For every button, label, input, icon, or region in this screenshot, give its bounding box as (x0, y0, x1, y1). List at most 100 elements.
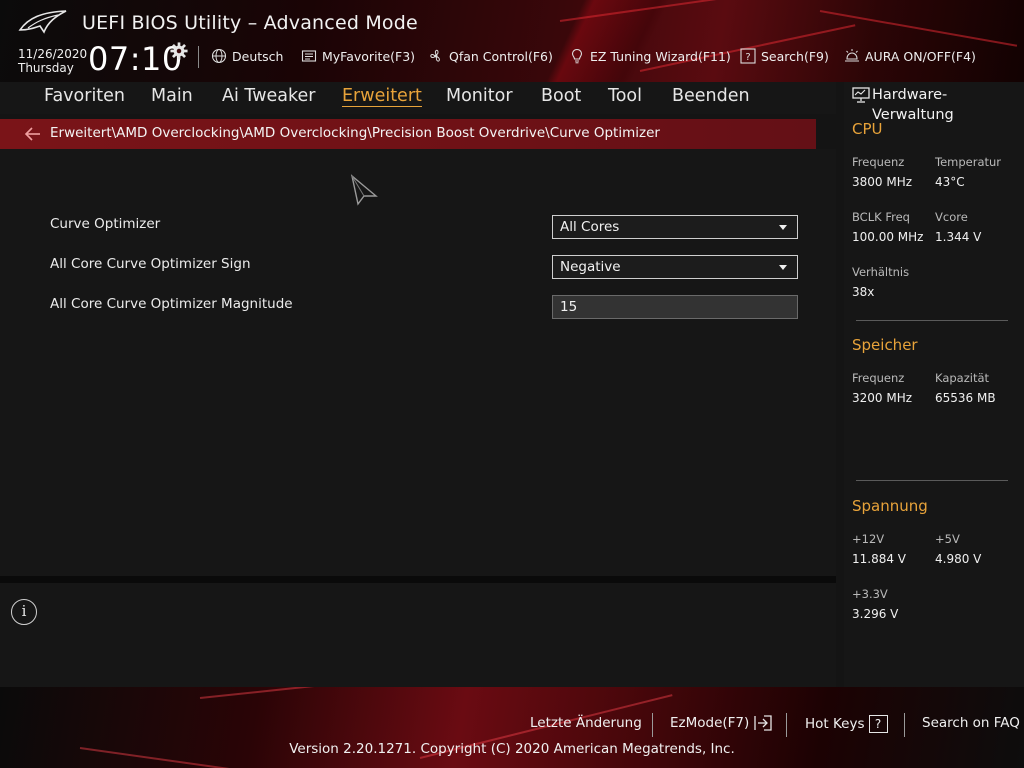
breadcrumb: Erweitert\AMD Overclocking\AMD Overclock… (0, 119, 816, 149)
exit-arrow-icon (754, 715, 772, 731)
setting-label-curve-optimizer-sign: All Core Curve Optimizer Sign (50, 256, 251, 272)
favorite-list-icon (301, 50, 317, 62)
tab-boot[interactable]: Boot (541, 86, 581, 106)
curve-optimizer-magnitude-value: 15 (560, 299, 578, 315)
weekday-text: Thursday (18, 61, 74, 75)
search-faq-button[interactable]: Search on FAQ (922, 715, 1020, 731)
date-display: 11/26/2020 Thursday (18, 47, 87, 75)
setting-label-curve-optimizer: Curve Optimizer (50, 216, 161, 232)
curve-optimizer-select[interactable]: All Cores (552, 215, 798, 239)
ez-tuning-wizard-button[interactable]: EZ Tuning Wizard(F11) (569, 48, 731, 64)
v33-label: +3.3V (852, 587, 888, 601)
memory-capacity-value: 65536 MB (935, 391, 996, 405)
cpu-heading: CPU (852, 120, 883, 138)
memory-heading: Speicher (852, 336, 918, 354)
bclk-freq-label: BCLK Freq (852, 210, 910, 224)
header-decor-streak (819, 10, 1018, 47)
v5-value: 4.980 V (935, 552, 982, 566)
bclk-freq-value: 100.00 MHz (852, 230, 924, 244)
search-button[interactable]: ? Search(F9) (740, 48, 829, 64)
hardware-section-divider (856, 320, 1008, 321)
main-nav: Favoriten Main Ai Tweaker Erweitert Moni… (0, 82, 836, 114)
ez-tuning-wizard-label: EZ Tuning Wizard(F11) (590, 48, 731, 64)
help-panel: i (0, 583, 836, 687)
curve-optimizer-magnitude-input[interactable]: 15 (552, 295, 798, 319)
ratio-value: 38x (852, 285, 875, 299)
breadcrumb-path: Erweitert\AMD Overclocking\AMD Overclock… (50, 125, 660, 141)
tab-monitor[interactable]: Monitor (446, 86, 513, 106)
monitor-icon (852, 87, 870, 103)
search-faq-label: Search on FAQ (922, 715, 1020, 731)
tab-ai-tweaker[interactable]: Ai Tweaker (222, 86, 315, 106)
clock-time: 07:10 (88, 40, 183, 78)
myfavorite-button[interactable]: MyFavorite(F3) (301, 48, 415, 64)
hot-keys-button[interactable]: Hot Keys ? (805, 715, 888, 733)
cpu-freq-value: 3800 MHz (852, 175, 913, 189)
last-change-label: Letzte Änderung (530, 715, 642, 731)
voltage-heading: Spannung (852, 497, 928, 515)
chevron-down-icon (779, 265, 787, 270)
tab-tool[interactable]: Tool (608, 86, 642, 106)
ezmode-button[interactable]: EzMode(F7) (670, 715, 773, 731)
question-key-icon: ? (868, 715, 888, 733)
v5-label: +5V (935, 532, 960, 546)
panel-divider (0, 576, 836, 583)
footer-bar: Letzte Änderung EzMode(F7) Hot Keys ? Se… (0, 687, 1024, 768)
globe-icon (211, 48, 227, 64)
vcore-label: Vcore (935, 210, 968, 224)
language-button[interactable]: Deutsch (211, 48, 283, 64)
footer-separator (786, 713, 787, 737)
footer-separator (652, 713, 653, 737)
settings-panel (0, 149, 836, 576)
rog-logo-icon (18, 10, 67, 34)
tab-main[interactable]: Main (151, 86, 193, 106)
hardware-monitor-panel: Hardware-Verwaltung CPU Frequenz Tempera… (844, 82, 1024, 687)
search-label: Search(F9) (761, 48, 829, 64)
copyright-text: Version 2.20.1271. Copyright (C) 2020 Am… (289, 741, 735, 757)
app-title: UEFI BIOS Utility – Advanced Mode (82, 12, 418, 34)
mouse-pointer-icon (350, 174, 378, 206)
tab-favoriten[interactable]: Favoriten (44, 86, 125, 106)
memory-capacity-label: Kapazität (935, 371, 990, 385)
cpu-temp-value: 43°C (935, 175, 965, 189)
cpu-temp-label: Temperatur (935, 155, 1002, 169)
v12-label: +12V (852, 532, 885, 546)
question-box-icon: ? (740, 48, 756, 64)
toolbar-separator (198, 46, 199, 68)
myfavorite-label: MyFavorite(F3) (322, 48, 416, 64)
ratio-label: Verhältnis (852, 265, 910, 279)
tab-beenden[interactable]: Beenden (672, 86, 750, 106)
v12-value: 11.884 V (852, 552, 907, 566)
fan-icon (430, 49, 440, 62)
date-text: 11/26/2020 (18, 47, 88, 61)
ezmode-label: EzMode(F7) (670, 715, 750, 731)
memory-freq-label: Frequenz (852, 371, 905, 385)
top-header: UEFI BIOS Utility – Advanced Mode 11/26/… (0, 0, 1024, 82)
footer-decor-streak (199, 687, 519, 699)
info-icon: i (11, 599, 37, 625)
vcore-value: 1.344 V (935, 230, 982, 244)
aura-label: AURA ON/OFF(F4) (865, 48, 976, 64)
qfan-control-button[interactable]: Qfan Control(F6) (428, 48, 553, 64)
last-change-button[interactable]: Letzte Änderung (530, 715, 642, 731)
aura-toggle-button[interactable]: AURA ON/OFF(F4) (844, 48, 976, 64)
language-label: Deutsch (232, 48, 284, 64)
back-arrow-icon[interactable] (24, 126, 42, 142)
v33-value: 3.296 V (852, 607, 899, 621)
curve-optimizer-value: All Cores (560, 219, 620, 235)
lightbulb-icon (571, 48, 583, 64)
header-decor-streak (559, 0, 818, 22)
tab-erweitert[interactable]: Erweitert (342, 86, 422, 107)
memory-freq-value: 3200 MHz (852, 391, 913, 405)
qfan-control-label: Qfan Control(F6) (449, 48, 553, 64)
gear-icon[interactable] (170, 42, 188, 60)
svg-text:?: ? (745, 52, 750, 63)
hardware-section-divider (856, 480, 1008, 481)
curve-optimizer-sign-select[interactable]: Negative (552, 255, 798, 279)
curve-optimizer-sign-value: Negative (560, 259, 621, 275)
cpu-freq-label: Frequenz (852, 155, 905, 169)
footer-separator (904, 713, 905, 737)
setting-label-curve-optimizer-magnitude: All Core Curve Optimizer Magnitude (50, 296, 293, 312)
hot-keys-label: Hot Keys (805, 716, 865, 732)
hardware-monitor-title: Hardware-Verwaltung (872, 87, 954, 123)
